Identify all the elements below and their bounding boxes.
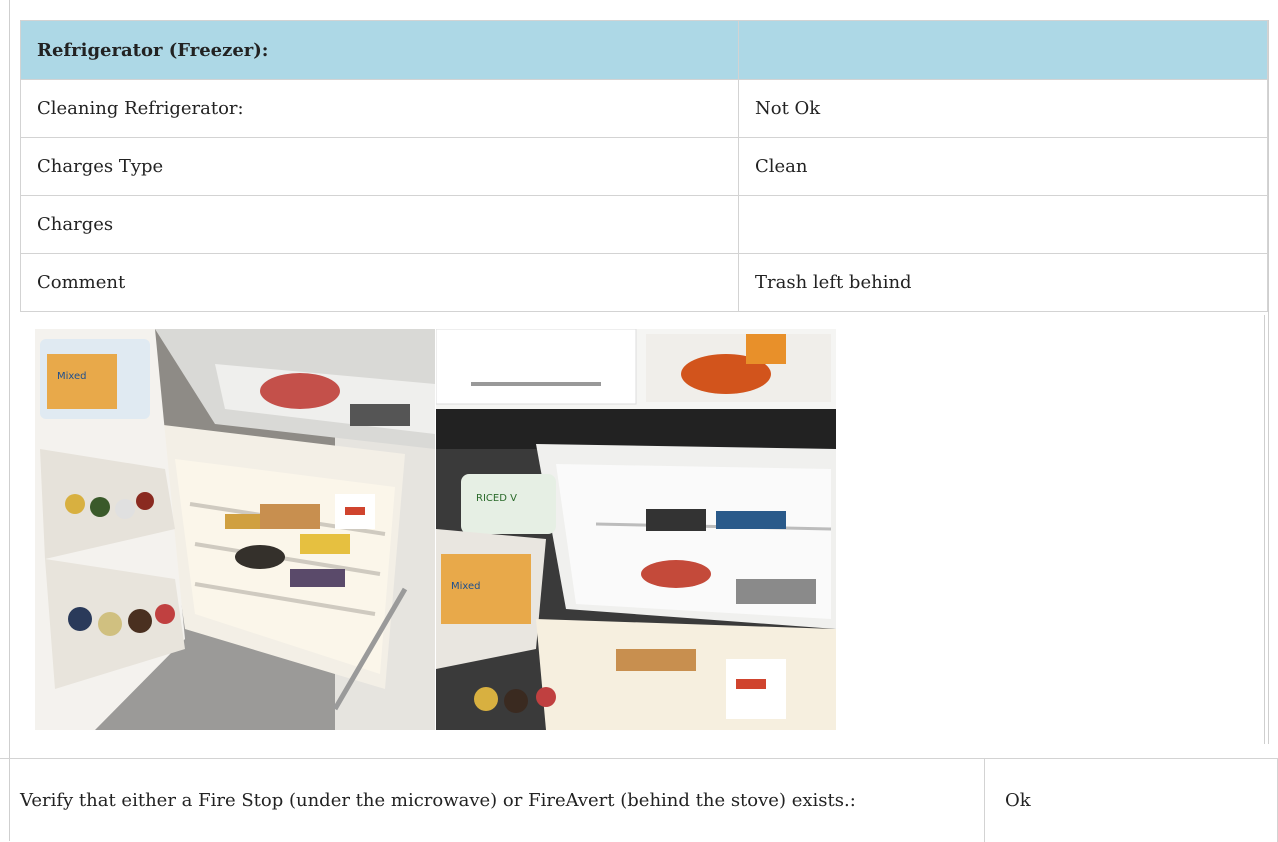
refrigerator-freezer-table: Refrigerator (Freezer): Cleaning Refrige… xyxy=(20,20,1268,312)
section-title-value xyxy=(739,21,1268,80)
table-row: Charges Type Clean xyxy=(21,138,1268,196)
table-row: Cleaning Refrigerator: Not Ok xyxy=(21,80,1268,138)
svg-text:Mixed: Mixed xyxy=(451,581,481,592)
photo-gallery: Mixed xyxy=(35,329,836,730)
table-row: Comment Trash left behind xyxy=(21,254,1268,312)
table-row: Charges xyxy=(21,196,1268,254)
row-value xyxy=(739,196,1268,254)
section-title: Refrigerator (Freezer): xyxy=(21,21,739,80)
fire-stop-table: Verify that either a Fire Stop (under th… xyxy=(0,758,1278,842)
left-border xyxy=(9,0,10,841)
svg-text:Mixed: Mixed xyxy=(57,371,87,382)
row-label: Charges xyxy=(21,196,739,254)
freezer-drawer-photo[interactable]: RICED V Mixed xyxy=(436,329,836,730)
row-label: Comment xyxy=(21,254,739,312)
gallery-right-border xyxy=(1264,315,1265,744)
fire-stop-question: Verify that either a Fire Stop (under th… xyxy=(0,759,985,842)
open-refrigerator-photo[interactable]: Mixed xyxy=(35,329,435,730)
row-value: Trash left behind xyxy=(739,254,1268,312)
row-value: Not Ok xyxy=(739,80,1268,138)
right-border xyxy=(1268,20,1269,744)
section-header-row: Refrigerator (Freezer): xyxy=(21,21,1268,80)
svg-text:RICED V: RICED V xyxy=(476,493,517,504)
fire-stop-answer: Ok xyxy=(985,759,1278,842)
row-label: Cleaning Refrigerator: xyxy=(21,80,739,138)
row-value: Clean xyxy=(739,138,1268,196)
table-row: Verify that either a Fire Stop (under th… xyxy=(0,759,1278,842)
row-label: Charges Type xyxy=(21,138,739,196)
